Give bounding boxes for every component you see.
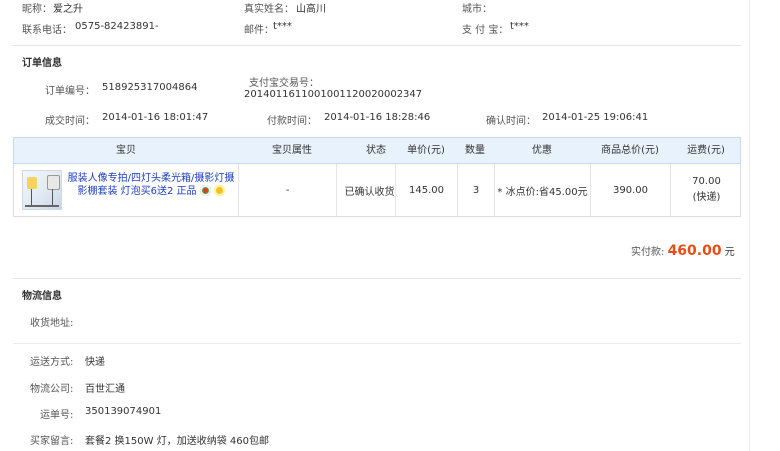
- guarantee-badge-icon[interactable]: [199, 185, 211, 196]
- divider: [13, 45, 741, 46]
- realname-label: 真实姓名：: [244, 4, 294, 15]
- item-attributes: -: [238, 164, 336, 216]
- nickname-value: 爱之升: [53, 4, 83, 15]
- alipay-value: t***: [510, 21, 529, 32]
- email-value: t***: [273, 21, 292, 32]
- deal-time-value: 2014-01-16 18:01:47: [102, 112, 209, 123]
- paid-amount: 460.00: [667, 243, 722, 259]
- carrier-value: 百世汇通: [85, 384, 125, 395]
- col-header-quantity: 数量: [465, 145, 485, 156]
- item-price: 145.00: [395, 164, 457, 216]
- buyer-message-label: 买家留言:: [30, 436, 74, 447]
- phone-label: 联系电话：: [22, 25, 72, 36]
- shipping-method-value: 快递: [85, 357, 105, 368]
- logistics-section-title: 物流信息: [22, 291, 62, 302]
- shipping-method-label: 运送方式:: [30, 357, 74, 368]
- city-label: 城市：: [462, 4, 492, 15]
- pay-time-value: 2014-01-16 18:28:46: [324, 112, 431, 123]
- item-shipping: 70.00 (快递): [670, 164, 742, 216]
- divider: [13, 343, 741, 344]
- col-header-total: 商品总价(元): [601, 145, 659, 156]
- order-no-label: 订单编号：: [45, 86, 95, 97]
- waybill-label: 运单号:: [40, 410, 74, 421]
- item-total: 390.00: [590, 164, 670, 216]
- col-header-discount: 优惠: [532, 145, 552, 156]
- pay-time-label: 付款时间：: [267, 116, 317, 127]
- col-header-price: 单价(元): [407, 145, 445, 156]
- col-header-item: 宝贝: [116, 145, 136, 156]
- email-label: 邮件：: [244, 25, 274, 36]
- confirm-time-value: 2014-01-25 19:06:41: [542, 112, 649, 123]
- divider: [13, 278, 741, 279]
- shipping-method-note: (快递): [692, 192, 721, 203]
- deal-time-label: 成交时间：: [45, 116, 95, 127]
- item-status: 已确认收货: [336, 164, 402, 216]
- item-quantity: 3: [457, 164, 494, 216]
- carrier-label: 物流公司:: [30, 384, 74, 395]
- confirm-time-label: 确认时间：: [486, 116, 536, 127]
- trade-no-value: 2014011611001001120020002347: [244, 89, 423, 100]
- paid-label: 实付款:: [631, 247, 665, 258]
- item-cell: 服装人像专拍/四灯头柔光箱/摄影灯摄影棚套装 灯泡买6送2 正品: [14, 164, 238, 216]
- panel-edge: [749, 0, 750, 451]
- waybill-value: 350139074901: [85, 406, 162, 417]
- realname-value: 山高川: [296, 4, 326, 15]
- item-title-link[interactable]: 服装人像专拍/四灯头柔光箱/摄影灯摄影棚套装 灯泡买6送2 正品: [66, 172, 236, 198]
- order-table-header: 宝贝 宝贝属性 状态 单价(元) 数量 优惠 商品总价(元) 运费(元): [13, 137, 741, 164]
- bulb-badge-icon[interactable]: [213, 185, 225, 196]
- item-thumbnail[interactable]: [22, 170, 62, 210]
- col-header-attributes: 宝贝属性: [272, 145, 312, 156]
- col-header-shipping: 运费(元): [687, 145, 725, 156]
- phone-value: 0575-82423891-: [75, 21, 159, 32]
- table-row: 服装人像专拍/四灯头柔光箱/摄影灯摄影棚套装 灯泡买6送2 正品 - 已确认收货…: [13, 164, 741, 217]
- alipay-label: 支 付 宝：: [462, 25, 509, 36]
- nickname-label: 昵称：: [22, 4, 52, 15]
- address-label: 收货地址:: [30, 318, 74, 329]
- trade-no-label: 支付宝交易号：: [249, 78, 319, 89]
- shipping-fee: 70.00: [692, 176, 721, 187]
- order-section-title: 订单信息: [22, 58, 62, 69]
- paid-total: 实付款: 460.00 元: [631, 243, 735, 259]
- paid-unit: 元: [724, 247, 735, 258]
- buyer-message-value: 套餐2 换150W 灯，加送收纳袋 460包邮: [85, 436, 269, 447]
- item-discount: * 冰点价:省45.00元: [494, 164, 590, 216]
- order-no-value: 518925317004864: [102, 82, 198, 93]
